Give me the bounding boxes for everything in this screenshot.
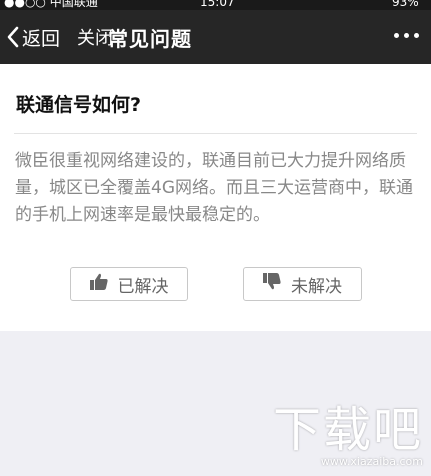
status-bar: ●●○○ 中国联通 15:07 93% xyxy=(0,0,431,10)
answer-text: 微臣很重视网络建设的，联通目前已大力提升网络质量，城区已全覆盖4G网络。而且三大… xyxy=(15,151,413,225)
thumbs-up-icon xyxy=(89,273,108,295)
unsolved-button[interactable]: 未解决 xyxy=(243,267,362,301)
watermark: 下载吧 www.xiazaiba.com xyxy=(273,405,423,468)
chevron-left-icon xyxy=(6,25,20,49)
back-button[interactable]: 返回 xyxy=(6,10,60,64)
battery-percent: 93% xyxy=(392,0,419,9)
clock: 15:07 xyxy=(200,0,235,9)
solved-button[interactable]: 已解决 xyxy=(70,267,188,301)
unsolved-label: 未解决 xyxy=(291,276,342,297)
carrier-label: ●●○○ 中国联通 xyxy=(4,0,98,9)
faq-card: 联通信号如何? 微臣很重视网络建设的，联通目前已大力提升网络质量，城区已全覆盖4… xyxy=(0,64,431,331)
question-title: 联通信号如何? xyxy=(16,94,142,116)
thumbs-down-icon xyxy=(263,273,281,295)
more-icon[interactable] xyxy=(394,33,419,38)
back-label: 返回 xyxy=(22,27,61,50)
solved-label: 已解决 xyxy=(117,276,169,297)
nav-bar: 返回 关闭 常见问题 xyxy=(0,10,431,64)
divider xyxy=(14,133,417,134)
page-title: 常见问题 xyxy=(108,26,192,51)
watermark-logo: 下载吧 xyxy=(272,402,423,458)
